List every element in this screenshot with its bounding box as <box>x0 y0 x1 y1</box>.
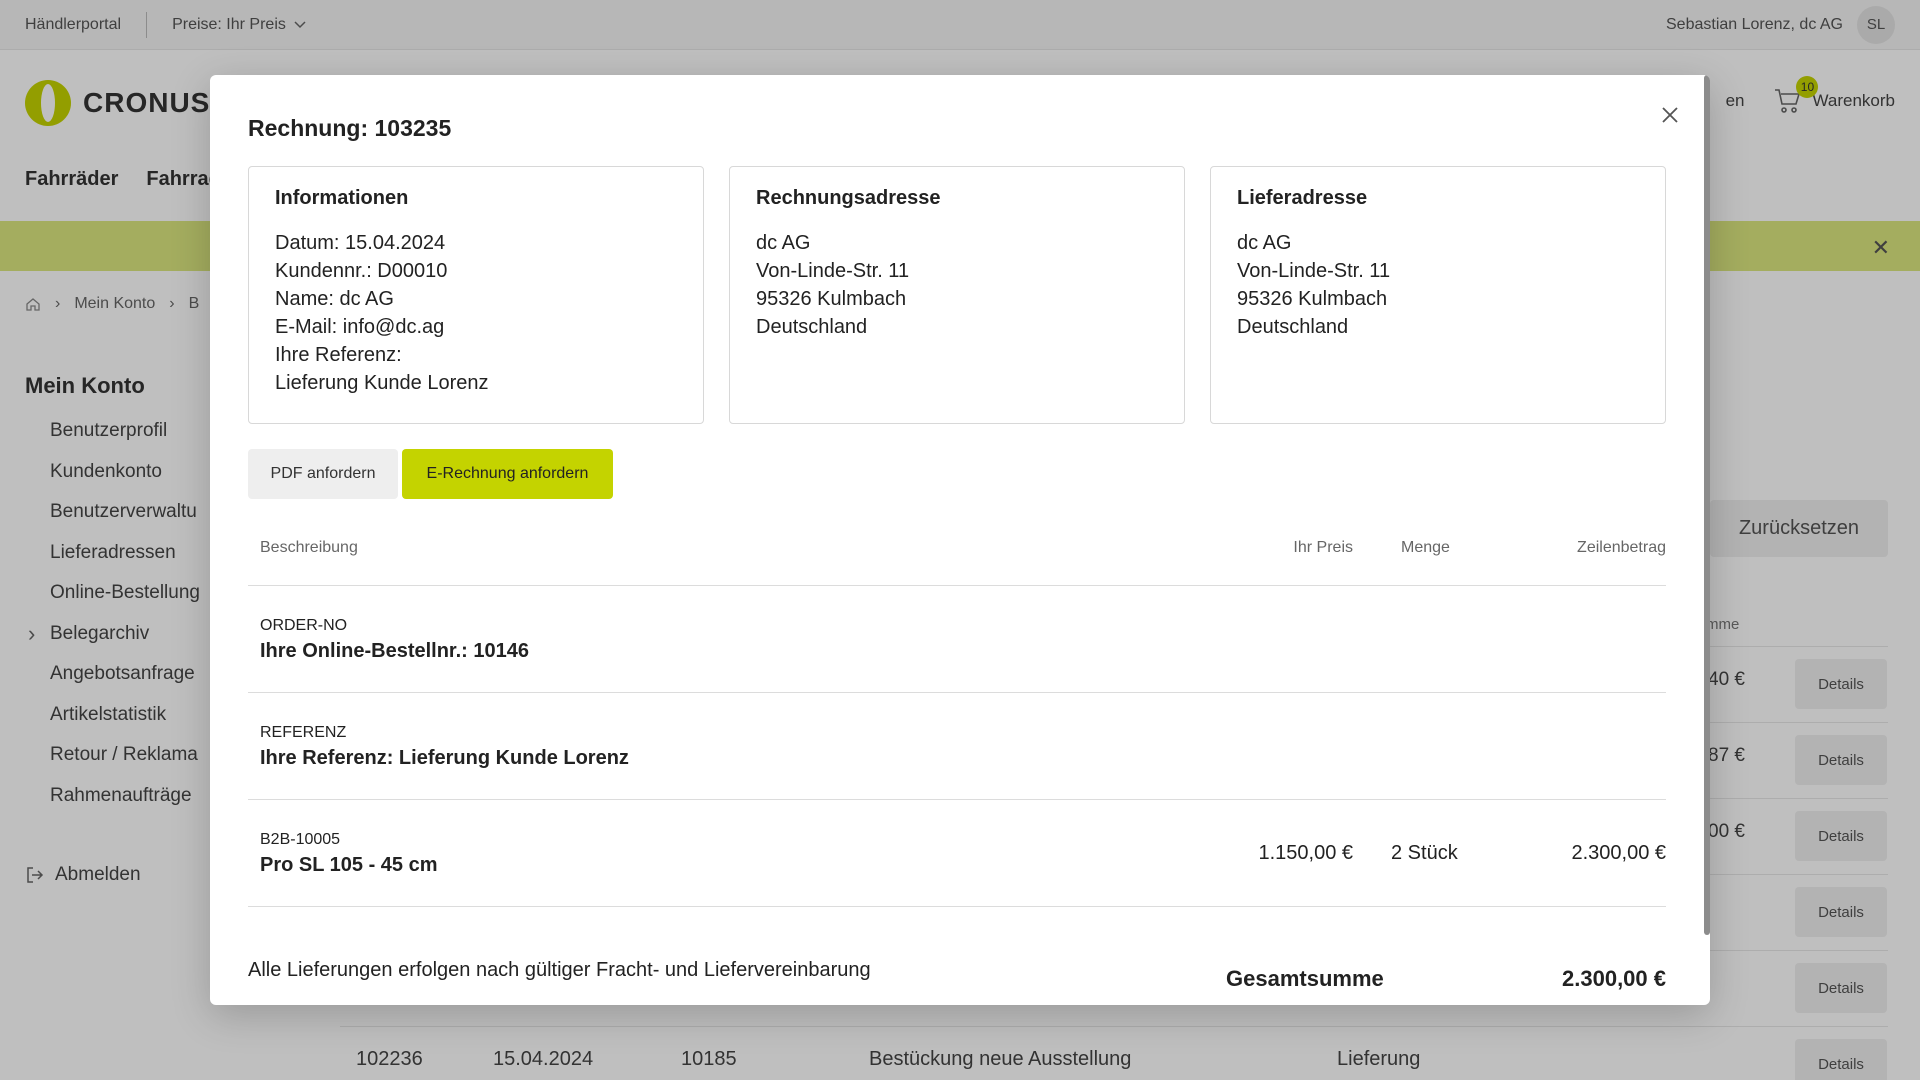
row-code: REFERENZ <box>260 724 347 741</box>
billing-heading: Rechnungsadresse <box>756 187 941 209</box>
row-description: Ihre Referenz: Lieferung Kunde Lorenz <box>260 747 629 769</box>
billing-line: Deutschland <box>756 316 868 338</box>
grand-total-label: Gesamtsumme <box>1226 966 1384 991</box>
invoice-modal: Rechnung: 103235 Informationen Datum: 15… <box>210 75 1710 1005</box>
row-quantity: 2 Stück <box>1391 842 1458 864</box>
modal-scrollbar[interactable] <box>1704 75 1710 935</box>
info-heading: Informationen <box>275 187 409 209</box>
row-description: Pro SL 105 - 45 cm <box>260 854 438 876</box>
billing-line: 95326 Kulmbach <box>756 288 907 310</box>
table-divider <box>248 585 1666 586</box>
shipping-line: dc AG <box>1237 232 1292 254</box>
row-price: 1.150,00 € <box>1258 842 1353 864</box>
col-header-line-total: Zeilenbetrag <box>1577 539 1666 556</box>
shipping-line: Deutschland <box>1237 316 1349 338</box>
row-code: B2B-10005 <box>260 831 341 848</box>
info-line: Name: dc AG <box>275 288 394 310</box>
info-line: Ihre Referenz: <box>275 344 402 366</box>
delivery-note: Alle Lieferungen erfolgen nach gültiger … <box>248 959 871 981</box>
modal-title: Rechnung: 103235 <box>248 115 452 141</box>
col-header-price: Ihr Preis <box>1293 539 1353 556</box>
info-line: Lieferung Kunde Lorenz <box>275 372 489 394</box>
close-button[interactable] <box>1652 97 1688 133</box>
row-code: ORDER-NO <box>260 617 348 634</box>
row-description: Ihre Online-Bestellnr.: 10146 <box>260 640 529 662</box>
billing-address-card: Rechnungsadresse dc AG Von-Linde-Str. 11… <box>729 166 1185 424</box>
shipping-address-card: Lieferadresse dc AG Von-Linde-Str. 11 95… <box>1210 166 1666 424</box>
billing-line: Von-Linde-Str. 11 <box>756 260 910 282</box>
request-e-invoice-button[interactable]: E-Rechnung anfordern <box>402 449 613 499</box>
table-divider <box>248 799 1666 800</box>
info-line: Kundennr.: D00010 <box>275 260 448 282</box>
shipping-heading: Lieferadresse <box>1237 187 1368 209</box>
info-line: E-Mail: info@dc.ag <box>275 316 445 338</box>
row-line-total: 2.300,00 € <box>1571 842 1666 864</box>
shipping-line: Von-Linde-Str. 11 <box>1237 260 1391 282</box>
table-divider <box>248 692 1666 693</box>
billing-line: dc AG <box>756 232 811 254</box>
info-line: Datum: 15.04.2024 <box>275 232 446 254</box>
close-icon <box>1662 107 1678 123</box>
info-card: Informationen Datum: 15.04.2024 Kundennr… <box>248 166 704 424</box>
request-pdf-button[interactable]: PDF anfordern <box>248 449 398 499</box>
col-header-quantity: Menge <box>1401 539 1450 556</box>
shipping-line: 95326 Kulmbach <box>1237 288 1388 310</box>
col-header-description: Beschreibung <box>260 539 358 556</box>
grand-total-value: 2.300,00 € <box>1562 966 1666 991</box>
table-divider <box>248 906 1666 907</box>
